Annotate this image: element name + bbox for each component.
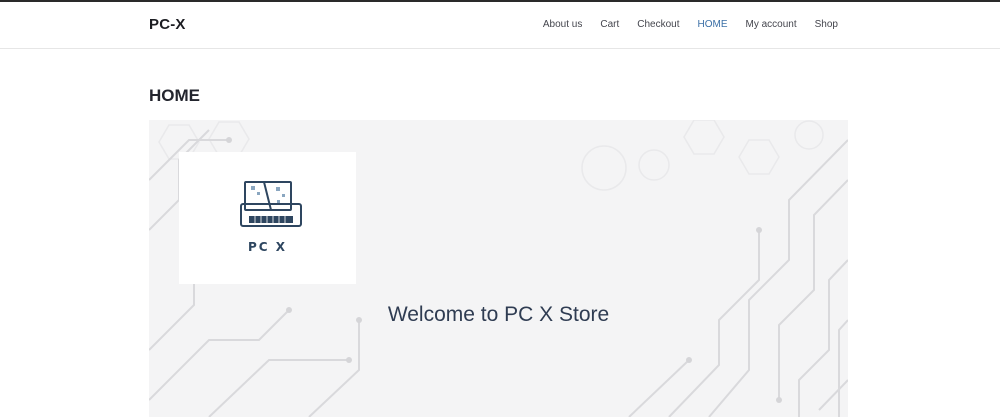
site-title-link[interactable]: PC-X (149, 16, 186, 33)
nav-item-home[interactable]: HOME (698, 19, 728, 30)
main-navigation: About us Cart Checkout HOME My account S… (543, 19, 838, 30)
nav-item-cart[interactable]: Cart (600, 19, 619, 30)
nav-item-checkout[interactable]: Checkout (637, 19, 679, 30)
welcome-heading: Welcome to PC X Store (387, 303, 610, 326)
store-logo: PC X (179, 152, 356, 284)
hero-banner: PC X Welcome to PC X Store (149, 120, 848, 417)
site-header: PC-X About us Cart Checkout HOME My acco… (0, 2, 1000, 49)
page-title: HOME (149, 86, 200, 105)
logo-text: PC X (247, 240, 288, 254)
computer-monitor-keyboard-icon (240, 181, 302, 227)
nav-item-my-account[interactable]: My account (746, 19, 797, 30)
nav-item-about-us[interactable]: About us (543, 19, 582, 30)
nav-item-shop[interactable]: Shop (815, 19, 838, 30)
